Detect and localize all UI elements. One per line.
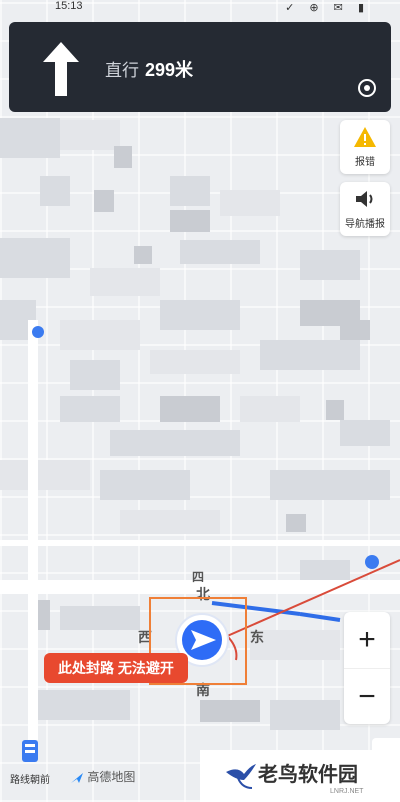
amap-logo: 高德地图	[70, 768, 135, 785]
navigation-card[interactable]: 直行 299米	[9, 22, 391, 112]
camera-icon[interactable]	[372, 738, 400, 758]
signal-icon[interactable]	[357, 78, 377, 98]
nav-distance: 299米	[145, 60, 194, 80]
route-icon	[22, 740, 38, 762]
watermark-name: 老鸟软件园	[258, 764, 358, 786]
site-watermark: 老鸟软件园 LNRJ.NET	[200, 750, 400, 802]
status-icons: ✓ ⊕ ✉ ▮	[285, 2, 370, 14]
amap-brand-text: 高德地图	[87, 770, 136, 784]
road-closed-notice: 此处封路 无法避开	[44, 653, 188, 683]
route-preview-label: 路线朝前	[10, 775, 50, 786]
navigation-broadcast-button[interactable]: 导航播报	[340, 182, 390, 236]
zoom-in-button[interactable]: +	[344, 612, 390, 668]
report-error-button[interactable]: 报错	[340, 120, 390, 174]
watermark-domain: LNRJ.NET	[330, 788, 364, 795]
nav-instruction-text: 直行	[105, 61, 139, 80]
route-preview-button[interactable]: 路线朝前	[10, 738, 50, 786]
nav-instruction: 直行 299米	[105, 56, 193, 82]
speaker-icon	[356, 191, 373, 207]
status-bar: 15:13 ✓ ⊕ ✉ ▮	[0, 0, 400, 18]
bird-logo-icon	[226, 764, 256, 789]
straight-arrow-icon	[43, 42, 79, 96]
navigation-broadcast-label: 导航播报	[345, 219, 385, 230]
amap-arrow-icon	[71, 772, 83, 783]
zoom-out-button[interactable]: −	[344, 668, 390, 725]
status-time: 15:13	[55, 0, 83, 12]
map-label-east: 东	[250, 629, 264, 645]
map-label-char: 四	[192, 570, 205, 584]
report-error-label: 报错	[355, 157, 375, 168]
warning-icon	[354, 127, 376, 147]
zoom-control: + −	[344, 612, 390, 724]
